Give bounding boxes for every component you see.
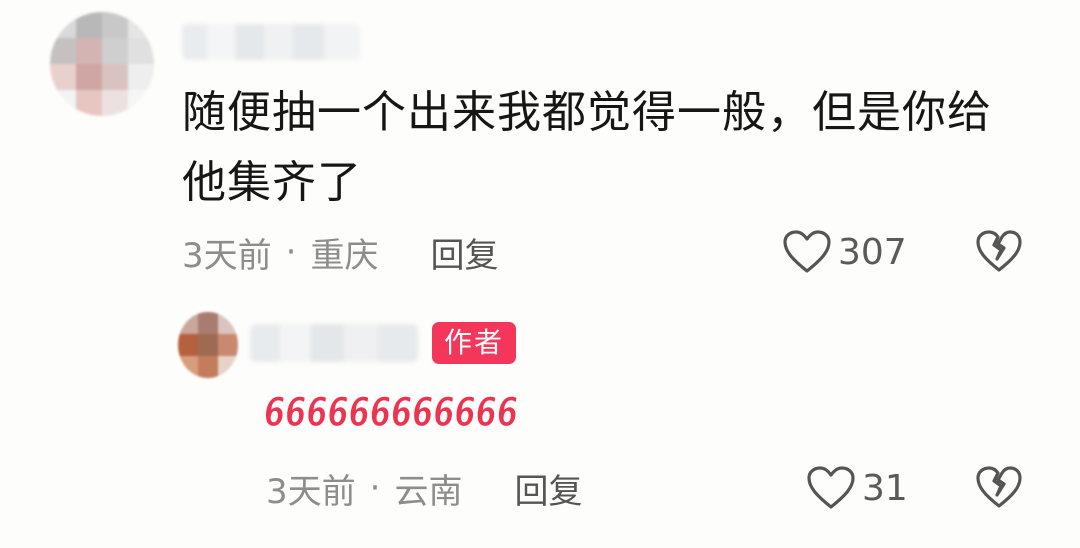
- reply-avatar[interactable]: [178, 312, 238, 378]
- like-button[interactable]: 307: [782, 226, 907, 278]
- comment-meta: 3天前 · 重庆 回复: [182, 226, 498, 278]
- meta-separator: ·: [285, 232, 297, 272]
- like-count: 307: [838, 231, 907, 273]
- author-badge: 作者: [432, 322, 516, 364]
- reply-username-redacted[interactable]: [250, 324, 418, 362]
- like-count: 31: [862, 467, 908, 509]
- comment-text: 随便抽一个出来我都觉得一般，但是你给他集齐了: [182, 87, 992, 208]
- heart-outline-icon: [783, 230, 831, 273]
- reply-time: 3天前: [266, 471, 356, 512]
- heart-outline-icon: [807, 466, 855, 509]
- reply-location: 云南: [394, 471, 463, 512]
- like-button[interactable]: 31: [806, 462, 908, 514]
- reply-button[interactable]: 回复: [514, 464, 582, 513]
- broken-heart-icon[interactable]: [974, 462, 1024, 512]
- avatar[interactable]: [50, 12, 154, 116]
- comment-time: 3天前: [182, 235, 272, 276]
- reply-button[interactable]: 回复: [430, 228, 498, 277]
- sticker-666-emoji: 666666666666: [263, 389, 518, 436]
- comment-location: 重庆: [310, 235, 379, 276]
- username-redacted[interactable]: [182, 24, 360, 60]
- broken-heart-icon[interactable]: [974, 226, 1024, 276]
- reply-meta: 3天前 · 云南 回复: [266, 462, 582, 514]
- meta-separator: ·: [369, 468, 381, 508]
- sticker-text: 666666666666: [264, 390, 518, 436]
